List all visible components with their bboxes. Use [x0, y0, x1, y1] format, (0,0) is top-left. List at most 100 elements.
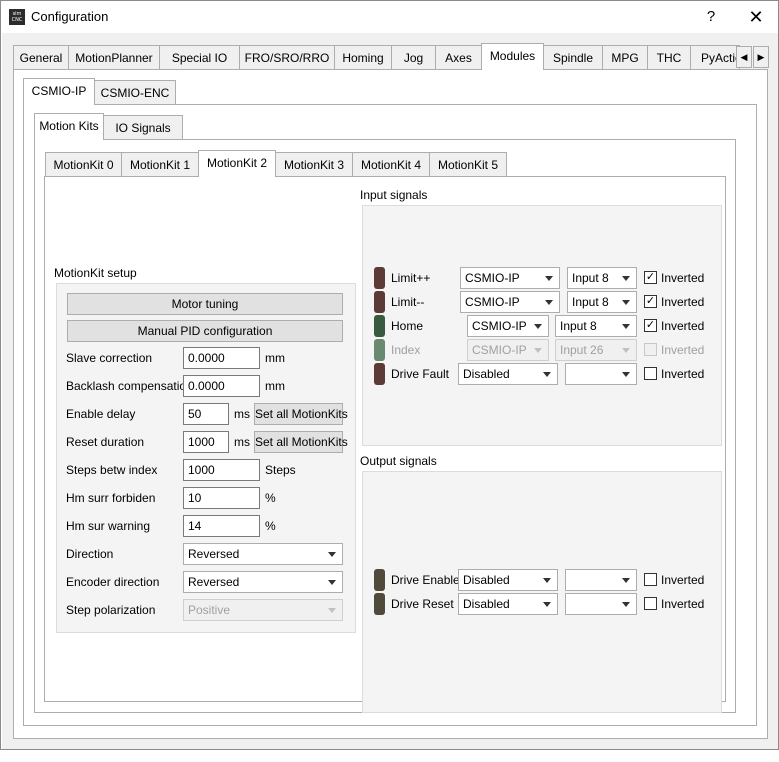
motionkit-setup-group: Motor tuning Manual PID configuration Sl…	[56, 283, 356, 633]
title-bar: sim CNC Configuration ? ✕	[1, 1, 778, 33]
tab-mpg[interactable]: MPG	[602, 45, 648, 70]
motion-kits-pane: MotionKit 0 MotionKit 1 MotionKit 2 Moti…	[34, 139, 736, 713]
drive-fault-source-value: Disabled	[463, 367, 510, 381]
chevron-down-icon	[328, 552, 336, 557]
chevron-down-icon	[622, 372, 630, 377]
limit-minus-led	[374, 291, 385, 313]
limit-minus-pin-select[interactable]: Input 8	[567, 291, 637, 313]
tab-motionkit-1[interactable]: MotionKit 1	[121, 152, 199, 177]
index-inverted-checkbox	[644, 343, 657, 356]
tab-spindle[interactable]: Spindle	[543, 45, 603, 70]
tab-motionkit-4[interactable]: MotionKit 4	[352, 152, 430, 177]
chevron-down-icon	[328, 608, 336, 613]
tab-scroll-right-button[interactable]: ▶	[753, 46, 769, 68]
drive-enable-inverted-checkbox[interactable]	[644, 573, 657, 586]
close-button[interactable]: ✕	[743, 5, 769, 29]
direction-select[interactable]: Reversed	[183, 543, 343, 565]
drive-enable-pin-select[interactable]	[565, 569, 637, 591]
tab-modules[interactable]: Modules	[481, 43, 544, 70]
limit-plus-inverted-checkbox[interactable]: ✓	[644, 271, 657, 284]
step-polarization-label: Step polarization	[66, 603, 156, 617]
limit-plus-led	[374, 267, 385, 289]
limit-plus-source-select[interactable]: CSMIO-IP	[460, 267, 560, 289]
home-pin-select[interactable]: Input 8	[555, 315, 637, 337]
tab-csmio-enc[interactable]: CSMIO-ENC	[94, 80, 176, 105]
tab-thc[interactable]: THC	[647, 45, 691, 70]
reset-duration-set-all-button[interactable]: Set all MotionKits	[254, 431, 348, 453]
drive-fault-led	[374, 363, 385, 385]
reset-duration-input[interactable]: 1000	[183, 431, 229, 453]
hm-surr-forbiden-unit: %	[265, 491, 276, 505]
home-source-select[interactable]: CSMIO-IP	[467, 315, 549, 337]
encoder-direction-value: Reversed	[188, 575, 240, 589]
backlash-label: Backlash compensation	[66, 379, 193, 393]
steps-betw-index-label: Steps betw index	[66, 463, 158, 477]
drive-reset-source-value: Disabled	[463, 597, 510, 611]
home-inverted-checkbox[interactable]: ✓	[644, 319, 657, 332]
csmio-ip-pane: Motion Kits IO Signals MotionKit 0 Motio…	[23, 104, 757, 726]
drive-enable-inverted-label: Inverted	[661, 573, 705, 587]
tab-motionplanner[interactable]: MotionPlanner	[68, 45, 160, 70]
drive-reset-source-select[interactable]: Disabled	[458, 593, 558, 615]
hm-surr-forbiden-input[interactable]: 10	[183, 487, 260, 509]
home-pin-value: Input 8	[560, 319, 597, 333]
manual-pid-button[interactable]: Manual PID configuration	[67, 320, 343, 342]
motor-tuning-button[interactable]: Motor tuning	[67, 293, 343, 315]
drive-fault-inverted-checkbox[interactable]	[644, 367, 657, 380]
drive-reset-inverted-checkbox[interactable]	[644, 597, 657, 610]
hm-sur-warning-input[interactable]: 14	[183, 515, 260, 537]
drive-fault-pin-select[interactable]	[565, 363, 637, 385]
limit-minus-inverted-label: Inverted	[661, 295, 705, 309]
help-button[interactable]: ?	[699, 6, 723, 28]
drive-enable-label: Drive Enable	[391, 573, 460, 587]
tab-motionkit-3[interactable]: MotionKit 3	[275, 152, 353, 177]
tab-motion-kits[interactable]: Motion Kits	[34, 113, 104, 140]
tab-io-signals[interactable]: IO Signals	[103, 115, 183, 140]
drive-reset-label: Drive Reset	[391, 597, 454, 611]
slave-correction-label: Slave correction	[66, 351, 153, 365]
home-label: Home	[391, 319, 424, 333]
limit-plus-pin-select[interactable]: Input 8	[567, 267, 637, 289]
tab-motionkit-5[interactable]: MotionKit 5	[429, 152, 507, 177]
limit-minus-source-select[interactable]: CSMIO-IP	[460, 291, 560, 313]
motionkit-setup-title: MotionKit setup	[54, 266, 137, 280]
tab-csmio-ip[interactable]: CSMIO-IP	[23, 78, 95, 105]
tab-motionkit-0[interactable]: MotionKit 0	[45, 152, 122, 177]
enable-delay-input[interactable]: 50	[183, 403, 229, 425]
input-signals-title: Input signals	[360, 188, 428, 202]
limit-minus-inverted-checkbox[interactable]: ✓	[644, 295, 657, 308]
index-pin-value: Input 26	[560, 343, 604, 357]
drive-reset-led	[374, 593, 385, 615]
drive-reset-pin-select[interactable]	[565, 593, 637, 615]
tab-homing[interactable]: Homing	[334, 45, 392, 70]
output-signals-group: Drive Enable Disabled Inverted Drive Res…	[362, 471, 722, 713]
tab-general[interactable]: General	[13, 45, 69, 70]
tab-special-io[interactable]: Special IO	[159, 45, 240, 70]
limit-plus-pin-value: Input 8	[572, 271, 609, 285]
slave-correction-input[interactable]: 0.0000	[183, 347, 260, 369]
tab-jog[interactable]: Jog	[391, 45, 436, 70]
enable-delay-set-all-button[interactable]: Set all MotionKits	[254, 403, 348, 425]
index-source-select: CSMIO-IP	[467, 339, 549, 361]
drive-enable-source-select[interactable]: Disabled	[458, 569, 558, 591]
home-inverted-label: Inverted	[661, 319, 705, 333]
limit-minus-label: Limit--	[391, 295, 425, 309]
tab-motionkit-2[interactable]: MotionKit 2	[198, 150, 276, 177]
hm-surr-forbiden-label: Hm surr forbiden	[66, 491, 156, 505]
tab-axes[interactable]: Axes	[435, 45, 482, 70]
encoder-direction-select[interactable]: Reversed	[183, 571, 343, 593]
enable-delay-unit: ms	[234, 407, 250, 421]
input-signals-group: Limit++ CSMIO-IP Input 8 ✓ Inverted Limi…	[362, 205, 722, 446]
drive-fault-source-select[interactable]: Disabled	[458, 363, 558, 385]
limit-plus-label: Limit++	[391, 271, 431, 285]
backlash-input[interactable]: 0.0000	[183, 375, 260, 397]
home-led	[374, 315, 385, 337]
direction-label: Direction	[66, 547, 114, 561]
step-polarization-select: Positive	[183, 599, 343, 621]
tab-scroll-left-button[interactable]: ◀	[736, 46, 752, 68]
steps-betw-index-unit: Steps	[265, 463, 296, 477]
window-title: Configuration	[31, 9, 109, 24]
tab-pyaction[interactable]: PyActio	[690, 45, 740, 70]
steps-betw-index-input[interactable]: 1000	[183, 459, 260, 481]
tab-fro-sro-rro[interactable]: FRO/SRO/RRO	[239, 45, 335, 70]
